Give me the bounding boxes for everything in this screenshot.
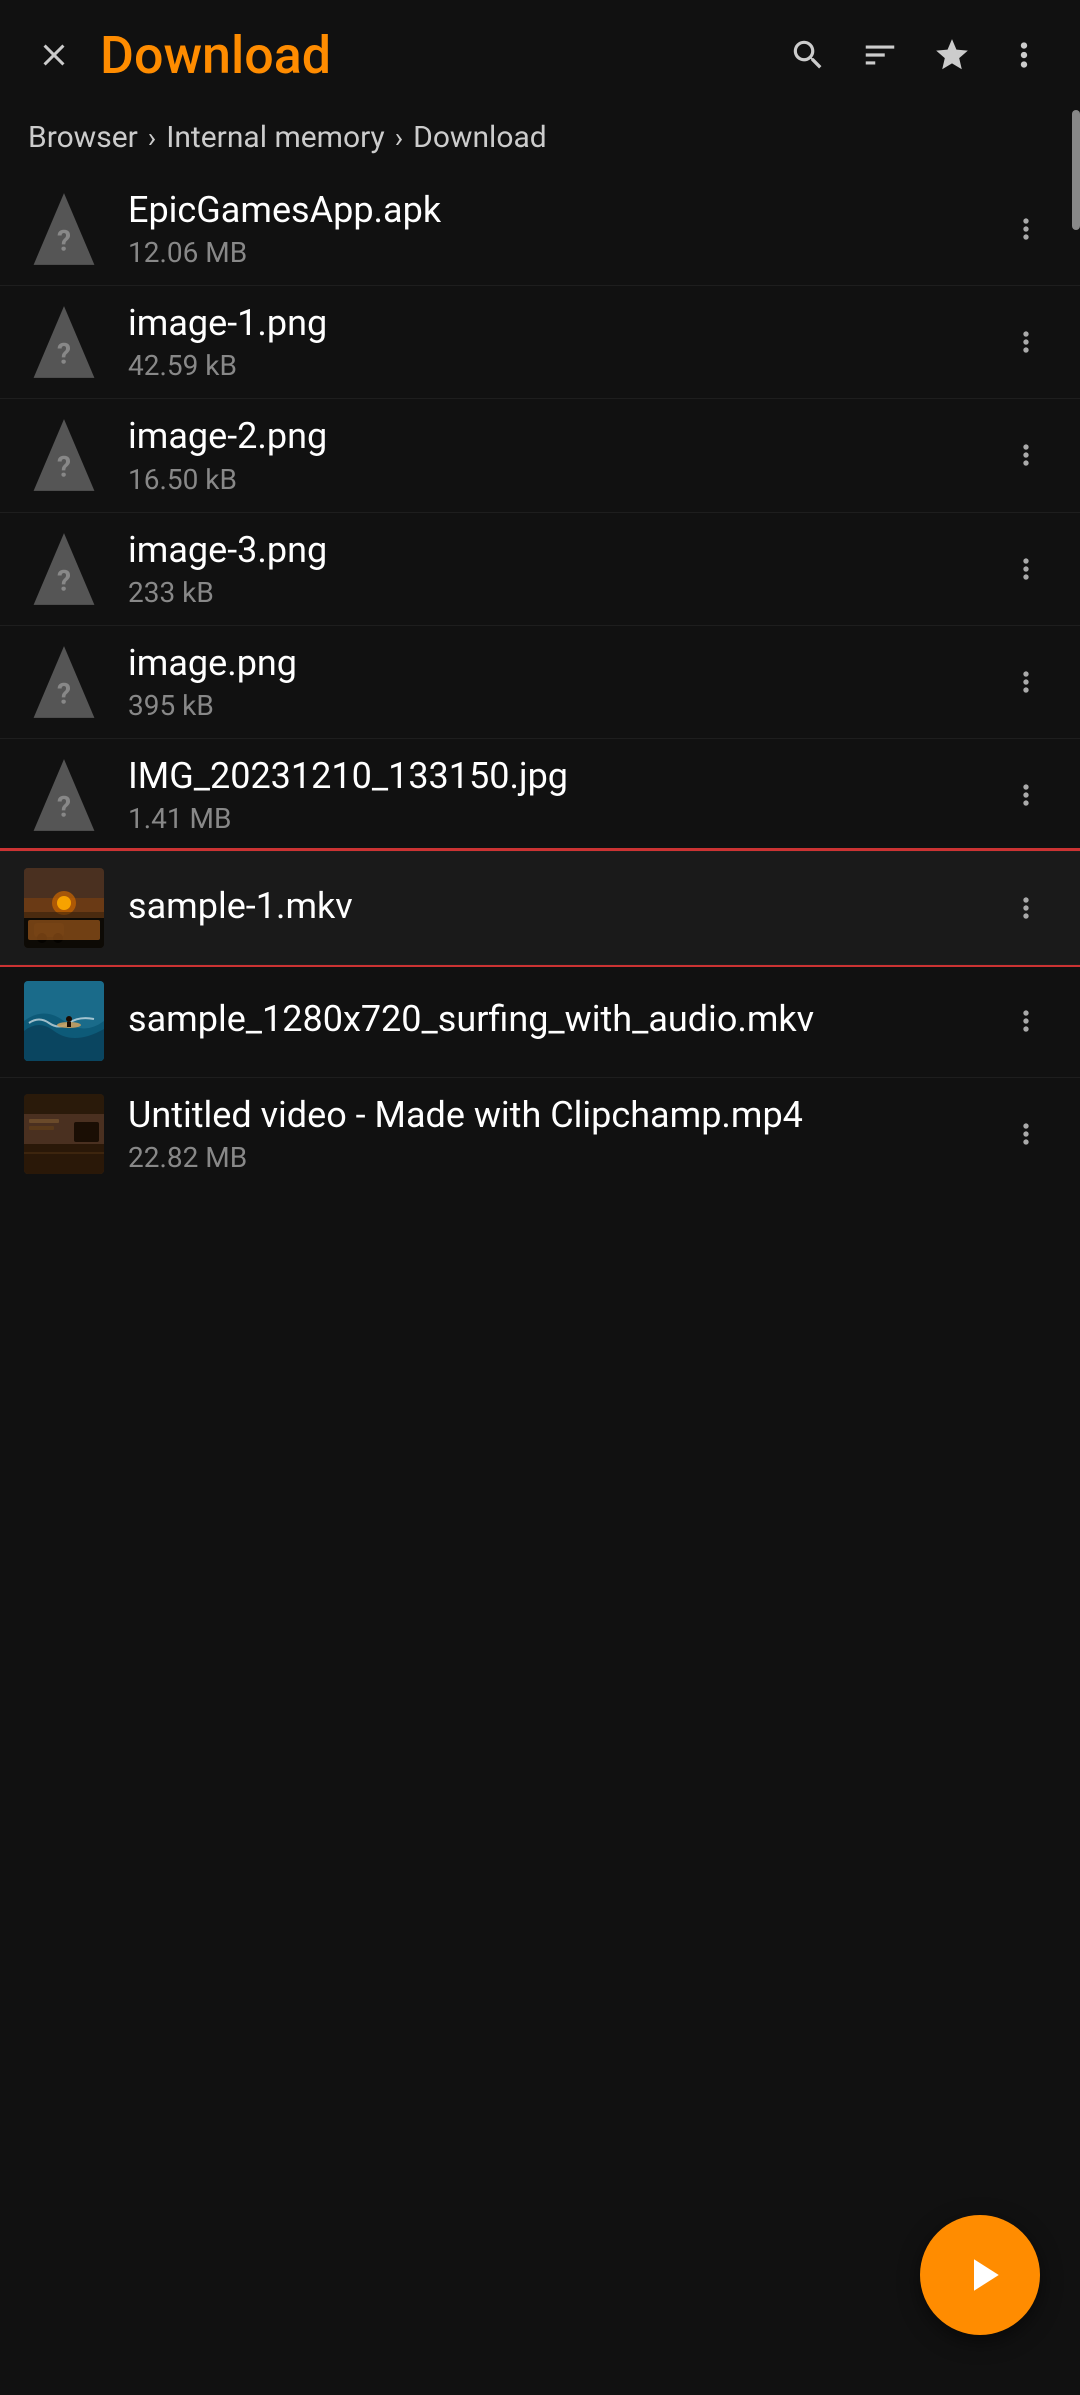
file-size-imagepng: 395 kB bbox=[128, 689, 996, 722]
svg-text:?: ? bbox=[57, 338, 71, 371]
svg-text:?: ? bbox=[57, 225, 71, 258]
file-thumbnail-clipchamp bbox=[24, 1094, 104, 1174]
header-actions bbox=[776, 23, 1056, 87]
svg-text:?: ? bbox=[57, 564, 71, 597]
file-icon-imagepng: ? bbox=[24, 642, 104, 722]
file-name-image2: image-2.png bbox=[128, 415, 996, 458]
file-info-epicgames: EpicGamesApp.apk 12.06 MB bbox=[104, 189, 996, 269]
breadcrumb-browser[interactable]: Browser bbox=[28, 120, 138, 155]
file-info-image1: image-1.png 42.59 kB bbox=[104, 302, 996, 382]
file-item-image1[interactable]: ? image-1.png 42.59 kB bbox=[0, 285, 1080, 398]
file-info-img20231210: IMG_20231210_133150.jpg 1.41 MB bbox=[104, 755, 996, 835]
file-item-epicgames[interactable]: ? EpicGamesApp.apk 12.06 MB bbox=[0, 173, 1080, 285]
svg-text:?: ? bbox=[57, 678, 71, 711]
file-more-image1[interactable] bbox=[996, 312, 1056, 372]
file-name-image3: image-3.png bbox=[128, 529, 996, 572]
file-icon-image3: ? bbox=[24, 529, 104, 609]
file-item-image2[interactable]: ? image-2.png 16.50 kB bbox=[0, 398, 1080, 511]
breadcrumb-download[interactable]: Download bbox=[413, 120, 547, 155]
file-info-imagepng: image.png 395 kB bbox=[104, 642, 996, 722]
svg-text:?: ? bbox=[57, 451, 71, 484]
file-name-imagepng: image.png bbox=[128, 642, 996, 685]
file-item-image3[interactable]: ? image-3.png 233 kB bbox=[0, 512, 1080, 625]
file-item-sample1mkv[interactable]: sample-1.mkv bbox=[0, 851, 1080, 964]
file-more-epicgames[interactable] bbox=[996, 199, 1056, 259]
close-button[interactable] bbox=[24, 25, 84, 85]
file-size-image2: 16.50 kB bbox=[128, 463, 996, 496]
file-item-surfingmkv[interactable]: sample_1280x720_surfing_with_audio.mkv bbox=[0, 964, 1080, 1077]
file-info-surfingmkv: sample_1280x720_surfing_with_audio.mkv bbox=[104, 998, 996, 1045]
breadcrumb-chevron-2: › bbox=[395, 121, 403, 154]
search-button[interactable] bbox=[776, 23, 840, 87]
file-name-sample1mkv: sample-1.mkv bbox=[128, 885, 996, 928]
file-more-image2[interactable] bbox=[996, 425, 1056, 485]
fab-play-button[interactable] bbox=[920, 2215, 1040, 2335]
file-more-surfingmkv[interactable] bbox=[996, 991, 1056, 1051]
file-thumbnail-sample1mkv bbox=[24, 868, 104, 948]
file-info-image3: image-3.png 233 kB bbox=[104, 529, 996, 609]
sort-button[interactable] bbox=[848, 23, 912, 87]
file-more-clipchamp[interactable] bbox=[996, 1104, 1056, 1164]
file-more-imagepng[interactable] bbox=[996, 652, 1056, 712]
file-name-image1: image-1.png bbox=[128, 302, 996, 345]
file-name-epicgames: EpicGamesApp.apk bbox=[128, 189, 996, 232]
file-size-epicgames: 12.06 MB bbox=[128, 236, 996, 269]
more-options-button[interactable] bbox=[992, 23, 1056, 87]
file-size-image1: 42.59 kB bbox=[128, 349, 996, 382]
breadcrumb-chevron-1: › bbox=[148, 121, 156, 154]
file-info-sample1mkv: sample-1.mkv bbox=[104, 885, 996, 932]
star-button[interactable] bbox=[920, 23, 984, 87]
file-thumbnail-surfingmkv bbox=[24, 981, 104, 1061]
svg-text:?: ? bbox=[57, 791, 71, 824]
app-header: Download bbox=[0, 0, 1080, 110]
file-more-sample1mkv[interactable] bbox=[996, 878, 1056, 938]
file-more-img20231210[interactable] bbox=[996, 765, 1056, 825]
file-list: ? EpicGamesApp.apk 12.06 MB ? image-1.pn bbox=[0, 173, 1080, 1190]
file-icon-image2: ? bbox=[24, 415, 104, 495]
file-icon-img20231210: ? bbox=[24, 755, 104, 835]
file-item-clipchamp[interactable]: Untitled video - Made with Clipchamp.mp4… bbox=[0, 1077, 1080, 1190]
file-name-img20231210: IMG_20231210_133150.jpg bbox=[128, 755, 996, 798]
file-size-img20231210: 1.41 MB bbox=[128, 802, 996, 835]
file-icon-epicgames: ? bbox=[24, 189, 104, 269]
file-info-image2: image-2.png 16.50 kB bbox=[104, 415, 996, 495]
file-size-image3: 233 kB bbox=[128, 576, 996, 609]
file-info-clipchamp: Untitled video - Made with Clipchamp.mp4… bbox=[104, 1094, 996, 1174]
file-more-image3[interactable] bbox=[996, 539, 1056, 599]
breadcrumb-internal-memory[interactable]: Internal memory bbox=[166, 120, 385, 155]
file-name-surfingmkv: sample_1280x720_surfing_with_audio.mkv bbox=[128, 998, 996, 1041]
breadcrumb: Browser › Internal memory › Download bbox=[0, 110, 1080, 173]
file-item-imagepng[interactable]: ? image.png 395 kB bbox=[0, 625, 1080, 738]
file-name-clipchamp: Untitled video - Made with Clipchamp.mp4 bbox=[128, 1094, 996, 1137]
file-size-clipchamp: 22.82 MB bbox=[128, 1141, 996, 1174]
page-title: Download bbox=[84, 25, 776, 86]
file-icon-image1: ? bbox=[24, 302, 104, 382]
file-item-img20231210[interactable]: ? IMG_20231210_133150.jpg 1.41 MB bbox=[0, 738, 1080, 851]
